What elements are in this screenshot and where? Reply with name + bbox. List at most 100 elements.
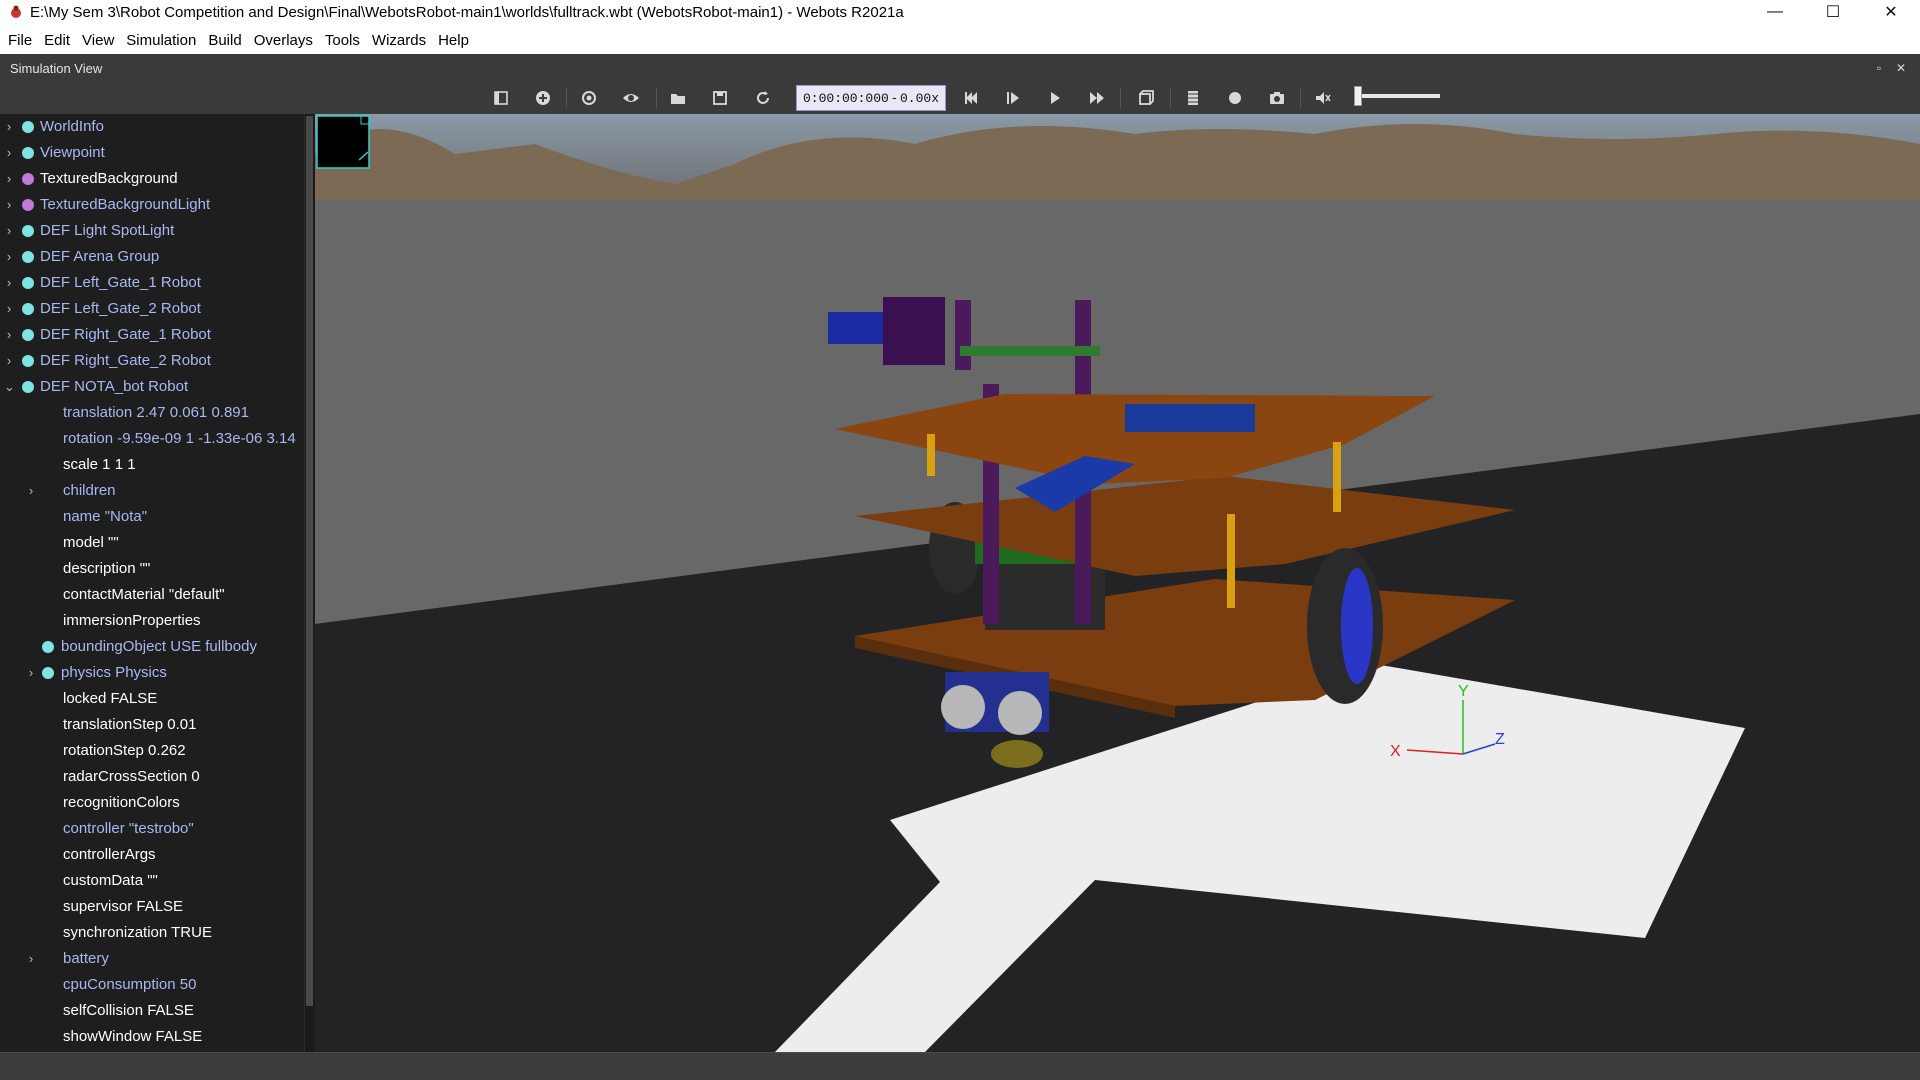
record-icon[interactable]	[1222, 86, 1248, 110]
view-eye-icon[interactable]	[618, 86, 644, 110]
ultrasonic-transducer	[941, 685, 985, 729]
scene-tree-field[interactable]: controllerArgs	[0, 842, 304, 868]
scene-tree-field[interactable]: synchronization TRUE	[0, 920, 304, 946]
play-icon[interactable]	[1042, 86, 1068, 110]
scene-tree-field[interactable]: rotationStep 0.262	[0, 738, 304, 764]
reset-viewpoint-icon[interactable]	[576, 86, 602, 110]
scene-tree-field[interactable]: controller "testrobo"	[0, 816, 304, 842]
expand-arrow-icon[interactable]: ›	[4, 223, 14, 238]
scene-tree-node[interactable]: ⌄ DEF NOTA_bot Robot	[0, 374, 304, 400]
scene-tree-node[interactable]: › Viewpoint	[0, 140, 304, 166]
tree-item-label: supervisor FALSE	[63, 898, 184, 915]
menu-file[interactable]: File	[2, 24, 38, 54]
scene-tree-field[interactable]: customData ""	[0, 868, 304, 894]
scene-tree-field[interactable]: boundingObject USE fullbody	[0, 634, 304, 660]
scene-tree-field[interactable]: scale 1 1 1	[0, 452, 304, 478]
3d-viewport[interactable]: Y X Z	[315, 114, 1920, 1052]
robot-frame-post	[1075, 300, 1091, 384]
menu-tools[interactable]: Tools	[319, 24, 366, 54]
step-back-icon[interactable]	[958, 86, 984, 110]
tree-item-label: translationStep 0.01	[63, 716, 197, 733]
maximize-button[interactable]: ☐	[1804, 0, 1862, 24]
expand-arrow-icon[interactable]: ›	[26, 665, 36, 680]
scene-tree-scrollbar-thumb[interactable]	[306, 116, 313, 1006]
toggle-scene-tree-icon[interactable]	[488, 86, 514, 110]
scene-tree-field[interactable]: supervisor FALSE	[0, 894, 304, 920]
dock-float-button[interactable]: ▫	[1868, 61, 1890, 75]
scene-tree-field[interactable]: cpuConsumption 50	[0, 972, 304, 998]
scene-tree-node[interactable]: › TexturedBackground	[0, 166, 304, 192]
expand-arrow-icon[interactable]: ›	[4, 301, 14, 316]
add-node-icon[interactable]	[530, 86, 556, 110]
scene-tree-field[interactable]: › physics Physics	[0, 660, 304, 686]
scene-tree-node[interactable]: › DEF Right_Gate_2 Robot	[0, 348, 304, 374]
menu-edit[interactable]: Edit	[38, 24, 76, 54]
save-world-icon[interactable]	[707, 86, 733, 110]
screenshot-camera-icon[interactable]	[1264, 86, 1290, 110]
scene-tree-field[interactable]: recognitionColors	[0, 790, 304, 816]
3d-scene[interactable]: Y X Z	[315, 114, 1920, 1052]
scene-tree-field[interactable]: translation 2.47 0.061 0.891	[0, 400, 304, 426]
axis-y-label: Y	[1458, 683, 1469, 700]
expand-arrow-icon[interactable]: ›	[4, 249, 14, 264]
close-window-button[interactable]: ✕	[1862, 0, 1920, 24]
node-type-icon	[22, 147, 34, 159]
scene-tree-field[interactable]: immersionProperties	[0, 608, 304, 634]
expand-arrow-icon[interactable]: ›	[4, 197, 14, 212]
tree-item-label: TexturedBackgroundLight	[40, 196, 211, 213]
scene-tree-node[interactable]: › DEF Right_Gate_1 Robot	[0, 322, 304, 348]
mute-speaker-icon[interactable]	[1310, 86, 1336, 110]
scene-tree-node[interactable]: › DEF Light SpotLight	[0, 218, 304, 244]
menu-wizards[interactable]: Wizards	[366, 24, 432, 54]
step-icon[interactable]	[1000, 86, 1026, 110]
dock-close-button[interactable]: ✕	[1890, 61, 1912, 75]
expand-arrow-icon[interactable]: ›	[4, 119, 14, 134]
scene-tree-field[interactable]: › battery	[0, 946, 304, 972]
expand-arrow-icon[interactable]: ›	[4, 171, 14, 186]
scene-tree-field[interactable]: description ""	[0, 556, 304, 582]
scene-tree-field[interactable]: rotation -9.59e-09 1 -1.33e-06 3.14	[0, 426, 304, 452]
scene-tree-field[interactable]: showWindow FALSE	[0, 1024, 304, 1050]
node-type-icon	[42, 641, 54, 653]
menu-simulation[interactable]: Simulation	[120, 24, 202, 54]
scene-tree-node[interactable]: › DEF Arena Group	[0, 244, 304, 270]
expand-arrow-icon[interactable]: ›	[4, 275, 14, 290]
scene-tree-field[interactable]: contactMaterial "default"	[0, 582, 304, 608]
reload-world-icon[interactable]	[750, 86, 776, 110]
tree-item-label: selfCollision FALSE	[63, 1002, 194, 1019]
rendering-mode-icon[interactable]	[1133, 86, 1159, 110]
scene-tree-field[interactable]: translationStep 0.01	[0, 712, 304, 738]
tree-item-label: contactMaterial "default"	[63, 586, 225, 603]
volume-slider-track[interactable]	[1354, 94, 1440, 98]
scene-tree-node[interactable]: › DEF Left_Gate_1 Robot	[0, 270, 304, 296]
minimize-button[interactable]: —	[1746, 0, 1804, 24]
fast-forward-icon[interactable]	[1084, 86, 1110, 110]
scene-tree-field[interactable]: name "Nota"	[0, 504, 304, 530]
scene-tree-node[interactable]: › TexturedBackgroundLight	[0, 192, 304, 218]
scene-tree-field[interactable]: selfCollision FALSE	[0, 998, 304, 1024]
scene-tree-field[interactable]: › children	[0, 478, 304, 504]
menu-view[interactable]: View	[76, 24, 120, 54]
menu-bar: File Edit View Simulation Build Overlays…	[0, 24, 1920, 54]
menu-overlays[interactable]: Overlays	[248, 24, 319, 54]
scene-tree-node[interactable]: › WorldInfo	[0, 114, 304, 140]
record-movie-film-icon[interactable]	[1180, 86, 1206, 110]
scene-tree-field[interactable]: locked FALSE	[0, 686, 304, 712]
volume-slider-handle[interactable]	[1354, 86, 1362, 106]
expand-arrow-icon[interactable]: ›	[26, 951, 36, 966]
menu-build[interactable]: Build	[202, 24, 247, 54]
expand-arrow-icon[interactable]: ›	[4, 327, 14, 342]
scene-tree-field[interactable]: model ""	[0, 530, 304, 556]
collapse-arrow-icon[interactable]: ⌄	[4, 379, 15, 395]
menu-help[interactable]: Help	[432, 24, 475, 54]
open-world-icon[interactable]	[665, 86, 691, 110]
tree-item-label: DEF Light SpotLight	[40, 222, 175, 239]
expand-arrow-icon[interactable]: ›	[4, 145, 14, 160]
tree-item-label: radarCrossSection 0	[63, 768, 200, 785]
expand-arrow-icon[interactable]: ›	[26, 483, 36, 498]
expand-arrow-icon[interactable]: ›	[4, 353, 14, 368]
scene-tree: › WorldInfo › Viewpoint › TexturedBackground ›…	[0, 114, 304, 1052]
scene-tree-node[interactable]: › DEF Left_Gate_2 Robot	[0, 296, 304, 322]
window-title: E:\My Sem 3\Robot Competition and Design…	[30, 3, 904, 21]
scene-tree-field[interactable]: radarCrossSection 0	[0, 764, 304, 790]
